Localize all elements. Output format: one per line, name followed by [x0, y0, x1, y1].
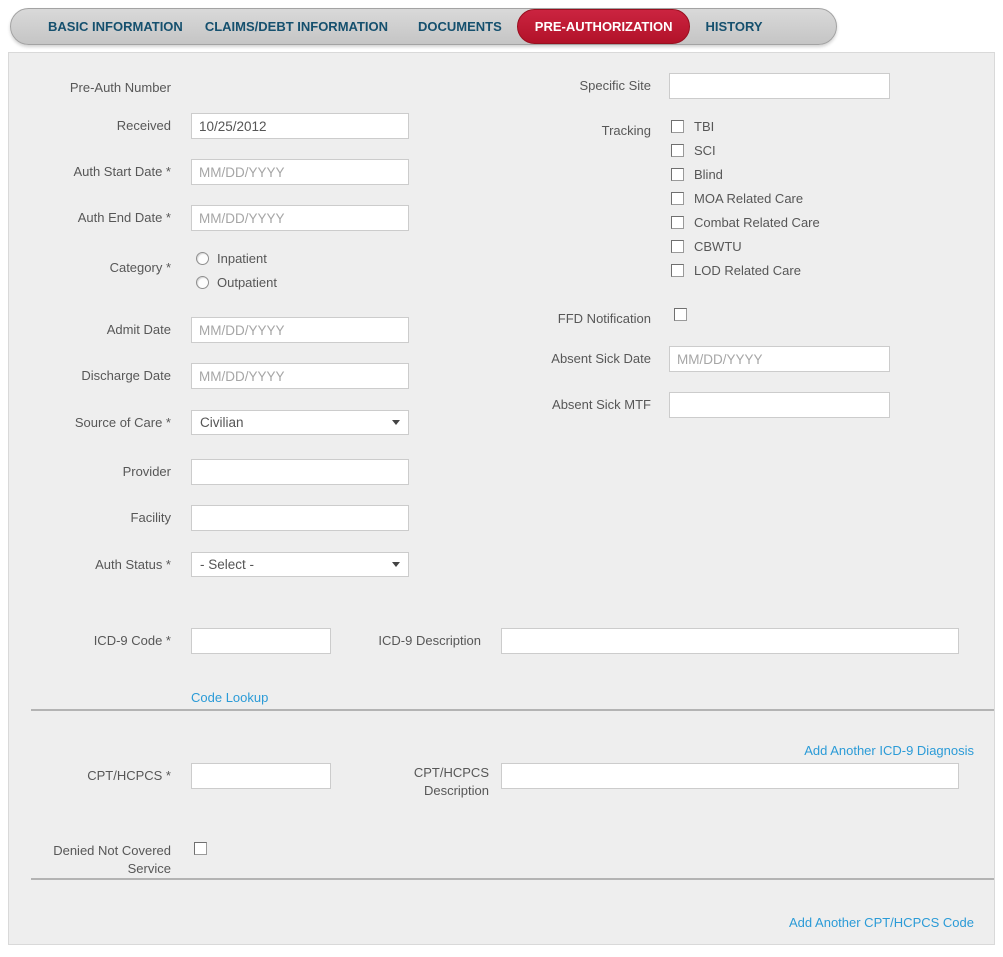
facility-input[interactable]: [191, 505, 409, 531]
icd9-code-input[interactable]: [191, 628, 331, 654]
tracking-moa-related-care-checkbox[interactable]: [671, 192, 684, 205]
tracking-combat-related-care-checkbox[interactable]: [671, 216, 684, 229]
specific-site-input[interactable]: [669, 73, 890, 99]
pre-authorization-page: BASIC INFORMATION CLAIMS/DEBT INFORMATIO…: [0, 0, 1003, 957]
category-inpatient-radio[interactable]: [196, 252, 209, 265]
denied-label-line1: Denied Not Covered: [53, 843, 171, 858]
chevron-down-icon: [392, 562, 400, 567]
ffd-notification-checkbox[interactable]: [674, 308, 687, 321]
tab-pre-authorization[interactable]: PRE-AUTHORIZATION: [516, 9, 691, 44]
absent-sick-date-input[interactable]: [669, 346, 890, 372]
tracking-lod-related-care-label: LOD Related Care: [694, 263, 801, 278]
category-label: Category *: [109, 260, 171, 275]
specific-site-label: Specific Site: [579, 78, 651, 93]
absent-sick-date-label: Absent Sick Date: [551, 351, 651, 366]
cpt-hcpcs-description-label-line2: Description: [423, 783, 489, 798]
cpt-hcpcs-description-label-line1: CPT/HCPCS: [413, 765, 489, 780]
cpt-hcpcs-description-label: CPT/HCPCS Description: [331, 764, 489, 800]
admit-date-label: Admit Date: [106, 322, 171, 337]
denied-label-line2: Service: [127, 861, 171, 876]
tracking-moa-related-care-label: MOA Related Care: [694, 191, 804, 206]
auth-start-date-input[interactable]: [191, 159, 409, 185]
pre-authorization-form: Pre-Auth Number Received Auth Start Date…: [8, 52, 995, 945]
tracking-sci-checkbox[interactable]: [671, 144, 684, 157]
tracking-label: Tracking: [601, 123, 651, 138]
facility-label: Facility: [130, 510, 171, 525]
tracking-blind-label: Blind: [694, 167, 723, 182]
section-divider: [31, 878, 994, 880]
tracking-combat-related-care-label: Combat Related Care: [694, 215, 820, 230]
cpt-hcpcs-label: CPT/HCPCS *: [87, 768, 171, 783]
category-outpatient-radio[interactable]: [196, 276, 209, 289]
tracking-tbi-label: TBI: [694, 119, 715, 134]
absent-sick-mtf-input[interactable]: [669, 392, 890, 418]
add-cpt-hcpcs-code-link[interactable]: Add Another CPT/HCPCS Code: [789, 915, 974, 930]
auth-status-value: - Select -: [200, 557, 255, 572]
icd9-code-label: ICD-9 Code *: [93, 633, 171, 648]
code-lookup-link[interactable]: Code Lookup: [191, 690, 268, 705]
icd9-description-input[interactable]: [501, 628, 959, 654]
tracking-sci-label: SCI: [694, 143, 716, 158]
section-divider: [31, 709, 994, 711]
admit-date-input[interactable]: [191, 317, 409, 343]
tab-bar: BASIC INFORMATION CLAIMS/DEBT INFORMATIO…: [10, 8, 837, 45]
category-inpatient-label: Inpatient: [217, 251, 267, 266]
tab-claims-debt-information[interactable]: CLAIMS/DEBT INFORMATION: [194, 9, 399, 44]
tracking-blind-checkbox[interactable]: [671, 168, 684, 181]
icd9-description-label: ICD-9 Description: [378, 633, 481, 648]
provider-input[interactable]: [191, 459, 409, 485]
source-of-care-label: Source of Care *: [74, 415, 171, 430]
pre-auth-number-label: Pre-Auth Number: [69, 80, 171, 95]
auth-start-date-label: Auth Start Date *: [73, 164, 171, 179]
source-of-care-select[interactable]: Civilian: [191, 410, 409, 435]
denied-not-covered-service-label: Denied Not Covered Service: [21, 842, 171, 878]
auth-status-select[interactable]: - Select -: [191, 552, 409, 577]
auth-end-date-label: Auth End Date *: [77, 210, 171, 225]
denied-not-covered-service-checkbox[interactable]: [194, 842, 207, 855]
tracking-cbwtu-label: CBWTU: [694, 239, 742, 254]
cpt-hcpcs-input[interactable]: [191, 763, 331, 789]
cpt-hcpcs-description-input[interactable]: [501, 763, 959, 789]
absent-sick-mtf-label: Absent Sick MTF: [552, 397, 651, 412]
tab-basic-information[interactable]: BASIC INFORMATION: [37, 9, 194, 44]
tab-history[interactable]: HISTORY: [694, 9, 773, 44]
auth-end-date-input[interactable]: [191, 205, 409, 231]
source-of-care-value: Civilian: [200, 415, 244, 430]
received-input[interactable]: [191, 113, 409, 139]
discharge-date-label: Discharge Date: [81, 368, 171, 383]
chevron-down-icon: [392, 420, 400, 425]
tracking-lod-related-care-checkbox[interactable]: [671, 264, 684, 277]
tracking-cbwtu-checkbox[interactable]: [671, 240, 684, 253]
add-icd9-diagnosis-link[interactable]: Add Another ICD-9 Diagnosis: [804, 743, 974, 758]
category-outpatient-label: Outpatient: [217, 275, 277, 290]
discharge-date-input[interactable]: [191, 363, 409, 389]
received-label: Received: [116, 118, 171, 133]
tab-documents[interactable]: DOCUMENTS: [407, 9, 513, 44]
ffd-notification-label: FFD Notification: [557, 311, 651, 326]
tracking-tbi-checkbox[interactable]: [671, 120, 684, 133]
provider-label: Provider: [122, 464, 171, 479]
auth-status-label: Auth Status *: [95, 557, 171, 572]
